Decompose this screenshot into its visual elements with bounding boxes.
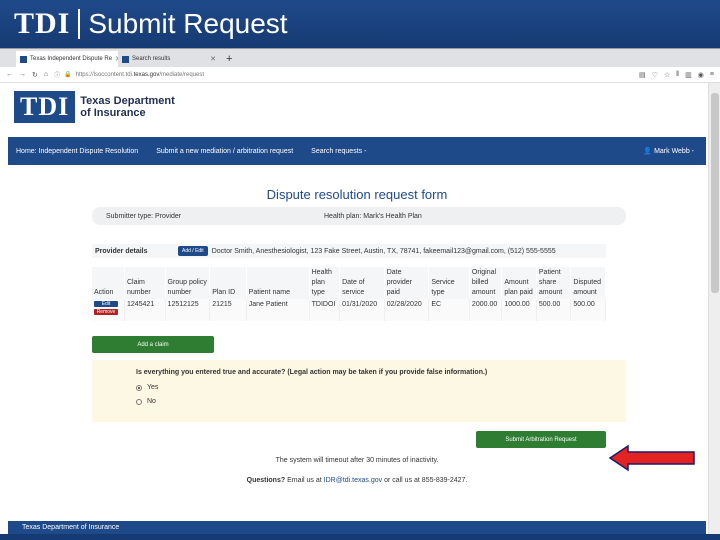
slide-bottom-strip xyxy=(0,534,720,540)
option-yes[interactable]: Yes xyxy=(136,384,158,391)
claims-table: Action Claim number Group policy number … xyxy=(92,267,606,321)
back-icon[interactable]: ← xyxy=(6,71,13,78)
slide-logo: TDI xyxy=(14,7,71,40)
claim-number-cell: 1245421 xyxy=(124,299,166,321)
info-icon: ⓘ xyxy=(54,73,61,79)
col-service-type: Service type xyxy=(428,267,470,299)
attestation-panel: Is everything you entered true and accur… xyxy=(92,360,626,422)
provider-details: Provider details Add / Edit Doctor Smith… xyxy=(92,244,606,258)
remove-claim-button[interactable]: Remove xyxy=(94,309,118,315)
sidebar-icon[interactable]: ▥ xyxy=(685,71,692,79)
library-icon[interactable]: ⫴ xyxy=(676,71,679,79)
main-nav: Home: Independent Dispute Resolution Sub… xyxy=(8,137,706,165)
option-yes-label: Yes xyxy=(147,384,159,391)
pocket-icon[interactable]: ♡ xyxy=(652,71,658,79)
radio-yes[interactable] xyxy=(136,384,142,391)
favicon-icon xyxy=(20,55,27,63)
submitter-type: Submitter type: Provider xyxy=(106,212,182,220)
reader-icon[interactable]: ▤ xyxy=(639,71,646,79)
col-patient-share: Patient share amount xyxy=(536,267,572,299)
browser-tab-idr[interactable]: Texas Independent Dispute Re ✕ xyxy=(16,51,118,67)
site-logo-text: Texas Department of Insurance xyxy=(80,95,175,119)
nav-home[interactable]: Home: Independent Dispute Resolution xyxy=(16,148,138,155)
provider-label: Provider details xyxy=(95,247,148,255)
plan-paid-cell: 1000.00 xyxy=(501,299,537,321)
radio-no[interactable] xyxy=(136,398,142,405)
col-claim-number: Claim number xyxy=(124,267,166,299)
col-plan-id: Plan ID xyxy=(209,267,247,299)
col-disputed: Disputed amount xyxy=(570,267,606,299)
lock-icon: 🔒 xyxy=(64,72,72,78)
tab-bar: Texas Independent Dispute Re ✕ Search re… xyxy=(0,49,720,67)
tab-label: Texas Independent Dispute Re xyxy=(30,56,113,62)
option-no-label: No xyxy=(147,398,156,405)
tab-label: Search results xyxy=(132,56,171,62)
timeout-notice: The system will timeout after 30 minutes… xyxy=(275,457,439,464)
page-content: TDI Texas Department of Insurance Home: I… xyxy=(8,83,706,534)
star-icon[interactable]: ☆ xyxy=(664,71,670,79)
slide-header: TDI Submit Request xyxy=(0,0,720,48)
col-date-service: Date of service xyxy=(339,267,385,299)
favicon-icon xyxy=(122,55,129,63)
date-paid-cell: 02/28/2020 xyxy=(384,299,430,321)
patient-name-cell: Jane Patient xyxy=(246,299,310,321)
address-bar[interactable]: ⓘ 🔒 https://lsoccontent.tdi.texas.gov/me… xyxy=(54,69,633,80)
browser-tab-search[interactable]: Search results ✕ xyxy=(118,51,220,67)
option-no[interactable]: No xyxy=(136,398,156,405)
toolbar-icons: ▤ ♡ ☆ ⫴ ▥ ◉ ≡ xyxy=(639,71,714,79)
col-plan-type: Health plan type xyxy=(309,267,341,299)
slide-divider xyxy=(78,9,81,39)
scrollbar[interactable] xyxy=(708,83,720,534)
action-cell: Edit Remove xyxy=(92,299,125,321)
scroll-thumb[interactable] xyxy=(711,93,719,293)
email-link[interactable]: IDR@tdi.texas.gov xyxy=(324,477,382,484)
pointer-arrow-icon xyxy=(608,444,695,472)
reload-icon[interactable]: ↻ xyxy=(32,71,38,79)
home-icon[interactable]: ⌂ xyxy=(44,71,48,78)
nav-submit[interactable]: Submit a new mediation / arbitration req… xyxy=(156,148,293,155)
menu-icon[interactable]: ≡ xyxy=(710,71,714,79)
browser-toolbar: ← → ↻ ⌂ ⓘ 🔒 https://lsoccontent.tdi.texa… xyxy=(0,67,720,83)
plan-type-cell: TDIDOI xyxy=(309,299,341,321)
slide-title: Submit Request xyxy=(88,8,288,39)
site-footer: Texas Department of Insurance xyxy=(8,521,706,534)
request-info-bar: Submitter type: Provider Health plan: Ma… xyxy=(92,207,626,225)
account-icon[interactable]: ◉ xyxy=(698,71,704,79)
forward-icon[interactable]: → xyxy=(19,71,26,78)
questions-line: Questions? Email us at IDR@tdi.texas.gov… xyxy=(246,477,468,484)
col-plan-paid: Amount plan paid xyxy=(501,267,537,299)
site-logo-mark: TDI xyxy=(14,91,76,123)
col-group-policy: Group policy number xyxy=(165,267,211,299)
billed-cell: 2000.00 xyxy=(469,299,503,321)
questions-label: Questions? xyxy=(246,477,286,484)
close-icon[interactable]: ✕ xyxy=(210,55,216,63)
attestation-question: Is everything you entered true and accur… xyxy=(136,369,488,376)
health-plan: Health plan: Mark's Health Plan xyxy=(324,212,422,220)
new-tab-icon[interactable]: + xyxy=(220,53,238,67)
col-patient-name: Patient name xyxy=(246,267,310,299)
nav-search[interactable]: Search requests - xyxy=(311,148,366,155)
url-text: https://lsoccontent.tdi.texas.gov/mediat… xyxy=(75,71,205,78)
service-type-cell: EC xyxy=(428,299,470,321)
site-logo[interactable]: TDI Texas Department of Insurance xyxy=(14,91,175,123)
nav-user[interactable]: 👤 Mark Webb - xyxy=(643,147,694,155)
col-action: Action xyxy=(92,267,125,299)
edit-claim-button[interactable]: Edit xyxy=(94,301,118,307)
table-row: Edit Remove 1245421 12512125 21215 Jane … xyxy=(92,299,606,321)
user-icon: 👤 xyxy=(643,148,653,155)
col-billed: Original billed amount xyxy=(469,267,503,299)
form-title: Dispute resolution request form xyxy=(266,187,448,202)
disputed-cell: 500.00 xyxy=(570,299,606,321)
plan-id-cell: 21215 xyxy=(209,299,247,321)
provider-edit-button[interactable]: Add / Edit xyxy=(178,246,208,256)
table-header-row: Action Claim number Group policy number … xyxy=(92,267,606,299)
add-claim-button[interactable]: Add a claim xyxy=(92,336,214,353)
submit-arbitration-button[interactable]: Submit Arbitration Request xyxy=(476,431,606,448)
provider-details-text: Doctor Smith, Anesthesiologist, 123 Fake… xyxy=(211,247,556,255)
patient-share-cell: 500.00 xyxy=(536,299,572,321)
col-date-paid: Date provider paid xyxy=(384,267,430,299)
group-policy-cell: 12512125 xyxy=(165,299,211,321)
date-service-cell: 01/31/2020 xyxy=(339,299,385,321)
